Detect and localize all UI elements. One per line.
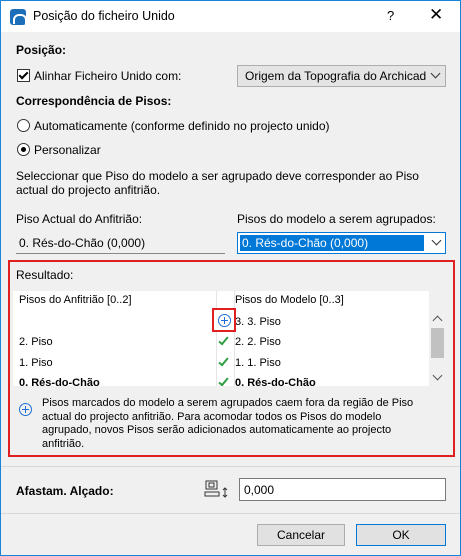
col-header-model: Pisos do Modelo [0..3] bbox=[235, 294, 344, 306]
checkmark-icon bbox=[18, 69, 29, 80]
align-target-dropdown[interactable]: Origem da Topografia do Archicad bbox=[237, 65, 446, 87]
model-story-value: 0. Rés-do-Chão (0,000) bbox=[240, 235, 424, 251]
model-row-1: 3. 3. Piso bbox=[235, 316, 281, 328]
model-row-2: 2. 2. Piso bbox=[235, 336, 281, 348]
list-scrollbar[interactable] bbox=[429, 291, 446, 386]
help-button[interactable]: ? bbox=[387, 8, 394, 23]
radio-custom[interactable] bbox=[17, 143, 30, 156]
info-plus-icon bbox=[19, 403, 32, 416]
radio-automatic-label: Automaticamente (conforme definido no pr… bbox=[34, 119, 330, 133]
model-story-dropdown[interactable]: 0. Rés-do-Chão (0,000) bbox=[237, 232, 446, 254]
new-story-marker-highlight bbox=[212, 308, 236, 332]
model-story-label: Pisos do modelo a serem agrupados: bbox=[237, 212, 436, 226]
cancel-button[interactable]: Cancelar bbox=[257, 524, 345, 546]
elevation-input[interactable]: 0,000 bbox=[239, 478, 446, 501]
col-header-host: Pisos do Anfitrião [0..2] bbox=[19, 294, 132, 306]
host-row-3: 1. Piso bbox=[19, 357, 53, 369]
dialog-window: Posição do ficheiro Unido ? ✕ Posição: A… bbox=[0, 0, 461, 556]
archicad-app-icon bbox=[10, 9, 27, 25]
chevron-down-icon bbox=[431, 235, 442, 246]
elevation-label: Afastam. Alçado: bbox=[16, 484, 114, 498]
radio-custom-label: Personalizar bbox=[34, 143, 101, 157]
window-title: Posição do ficheiro Unido bbox=[33, 9, 175, 23]
model-row-4: 0. Rés-do-Chão bbox=[235, 377, 316, 386]
story-result-list[interactable]: Pisos do Anfitrião [0..2] Pisos do Model… bbox=[13, 291, 446, 386]
host-row-2: 2. Piso bbox=[19, 336, 53, 348]
host-story-field: 0. Rés-do-Chão (0,000) bbox=[16, 232, 225, 254]
divider bbox=[1, 466, 460, 467]
host-row-4: 0. Rés-do-Chão bbox=[19, 377, 100, 386]
close-button[interactable]: ✕ bbox=[429, 5, 443, 25]
host-story-label: Piso Actual do Anfitrião: bbox=[16, 212, 143, 226]
story-match-description: Seleccionar que Piso do modelo a ser agr… bbox=[16, 169, 419, 197]
align-target-value: Origem da Topografia do Archicad bbox=[245, 69, 427, 83]
align-checkbox[interactable] bbox=[17, 69, 30, 82]
radio-selected-dot bbox=[21, 147, 26, 152]
title-bar: Posição do ficheiro Unido ? ✕ bbox=[1, 1, 460, 32]
plus-icon bbox=[218, 314, 231, 327]
align-label: Alinhar Ficheiro Unido com: bbox=[34, 69, 182, 83]
scroll-down-icon[interactable] bbox=[432, 370, 443, 381]
scroll-up-icon[interactable] bbox=[432, 315, 443, 326]
radio-automatic[interactable] bbox=[17, 119, 30, 132]
ok-button[interactable]: OK bbox=[356, 524, 446, 546]
position-heading: Posição: bbox=[16, 43, 67, 57]
model-row-3: 1. 1. Piso bbox=[235, 357, 281, 369]
scroll-thumb[interactable] bbox=[431, 328, 444, 358]
result-info-text: Pisos marcados do modelo a serem agrupad… bbox=[42, 397, 414, 450]
result-heading: Resultado: bbox=[16, 268, 74, 282]
elevation-offset-icon bbox=[204, 480, 228, 498]
story-match-heading: Correspondência de Pisos: bbox=[16, 94, 172, 108]
chevron-down-icon bbox=[430, 68, 441, 79]
divider bbox=[1, 513, 460, 514]
